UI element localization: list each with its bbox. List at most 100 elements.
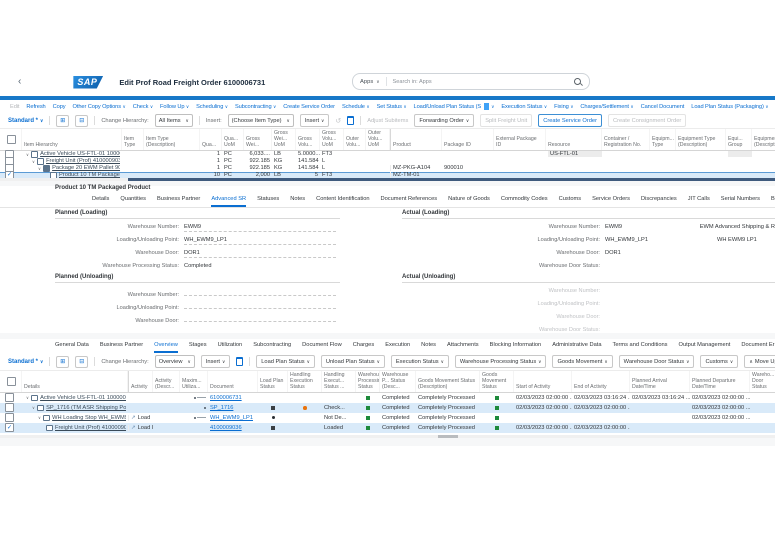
button-move-up[interactable]: ∧Move Up <box>744 355 775 368</box>
shell-search[interactable]: Apps∨ Search in: Apps <box>352 73 590 90</box>
hierarchy-link[interactable]: SP_1716 (TM ASR Shipping Point 1716 / 1 <box>46 405 126 411</box>
menu-item-fixing[interactable]: Fixing∨ <box>554 104 573 110</box>
delete-icon[interactable] <box>236 357 243 366</box>
collapse-all-icon[interactable]: ⊟ <box>75 356 88 368</box>
tab-utilization[interactable]: Utilization <box>218 342 243 353</box>
tab-output-management[interactable]: Output Management <box>679 342 731 353</box>
tab-overview[interactable]: Overview <box>154 342 178 353</box>
change-hierarchy-select[interactable]: Overview∨ <box>155 355 195 368</box>
menu-item-load-unload-plan-status-s[interactable]: Load/Unload Plan Status (S∨ <box>414 103 495 110</box>
menu-item-scheduling[interactable]: Scheduling∨ <box>196 104 228 110</box>
view-selector[interactable]: Standard *∨ <box>8 359 43 365</box>
tab-general-data[interactable]: General Data <box>55 342 89 353</box>
table-row[interactable]: ∨Freight Unit (Prof) 41000090361PC922.18… <box>0 158 775 165</box>
row-checkbox[interactable] <box>5 423 14 432</box>
button-customs[interactable]: Customs∨ <box>700 355 738 368</box>
field-value[interactable]: DOR1 <box>184 250 336 258</box>
tab-customs[interactable]: Customs <box>559 196 581 207</box>
button-warehouse-processing-status[interactable]: Warehouse Processing Status∨ <box>455 355 547 368</box>
expand-toggle-icon[interactable]: ∨ <box>32 159 35 164</box>
button-goods-movement[interactable]: Goods Movement∨ <box>552 355 612 368</box>
back-icon[interactable]: ‹ <box>18 77 21 87</box>
menu-item-create-service-order[interactable]: Create Service Order <box>283 104 335 110</box>
resource-field[interactable]: US-FTL-01 <box>548 151 602 157</box>
tab-blocking-information[interactable]: Blocking Information <box>490 342 542 353</box>
document-link[interactable]: 4100009036 <box>210 425 242 431</box>
expand-toggle-icon[interactable]: ∨ <box>26 395 29 400</box>
button-insert[interactable]: Insert∨ <box>300 114 330 127</box>
menu-item-schedule[interactable]: Schedule∨ <box>342 104 370 110</box>
button-execution-status[interactable]: Execution Status∨ <box>391 355 449 368</box>
table-row[interactable]: ∨Package 20 EWM Pallet 9000101PC922.185K… <box>0 165 775 172</box>
button-forwarding-order[interactable]: Forwarding Order∨ <box>414 114 474 127</box>
tab-commodity-codes[interactable]: Commodity Codes <box>501 196 548 207</box>
hierarchy-link[interactable]: Active Vehicle US-FTL-01 1000000 <box>40 395 126 401</box>
table-row[interactable]: ∨WH Loading Stop WH_EWM9_LP1 / EW↗LoadWH… <box>0 413 775 423</box>
search-input[interactable]: Search in: Apps <box>393 79 432 85</box>
tab-attachments[interactable]: Attachments <box>447 342 479 353</box>
table-row[interactable]: ∨ Active Vehicle US-FTL-01 1000000 6100006… <box>0 393 775 403</box>
tab-terms-and-conditions[interactable]: Terms and Conditions <box>613 342 668 353</box>
menu-item-cancel-document[interactable]: Cancel Document <box>641 104 685 110</box>
menu-item-other-copy-options[interactable]: Other Copy Options∨ <box>73 104 126 110</box>
button-unload-plan-status[interactable]: Unload Plan Status∨ <box>321 355 385 368</box>
tab-notes[interactable]: Notes <box>290 196 305 207</box>
equipment-group-field[interactable] <box>728 151 752 157</box>
table-row[interactable]: ∨Active Vehicle US-FTL-01 10000001PC6,03… <box>0 151 775 158</box>
tab-quantities[interactable]: Quantities <box>120 196 146 207</box>
expand-toggle-icon[interactable]: ∨ <box>26 152 29 157</box>
expand-all-icon[interactable]: ⊞ <box>56 115 69 127</box>
view-selector[interactable]: Standard *∨ <box>8 118 43 124</box>
expand-toggle-icon[interactable]: ∨ <box>32 405 35 410</box>
tab-administrative-data[interactable]: Administrative Data <box>552 342 601 353</box>
tab-execution[interactable]: Execution <box>385 342 410 353</box>
field-value[interactable] <box>184 301 336 309</box>
expand-toggle-icon[interactable]: ∨ <box>38 166 41 171</box>
tab-discrepancies[interactable]: Discrepancies <box>641 196 677 207</box>
change-hierarchy-select[interactable]: All Items∨ <box>155 114 193 127</box>
tab-jit-calls[interactable]: JIT Calls <box>688 196 710 207</box>
tab-notes[interactable]: Notes <box>421 342 436 353</box>
delete-icon[interactable] <box>347 116 354 125</box>
tab-content-identification[interactable]: Content Identification <box>316 196 369 207</box>
tab-document-errors[interactable]: Document Errors <box>741 342 775 353</box>
tab-document-flow[interactable]: Document Flow <box>302 342 342 353</box>
tab-stages[interactable]: Stages <box>189 342 207 353</box>
insert-type-select[interactable]: (Choose Item Type)∨ <box>228 114 294 127</box>
tab-advanced-sr[interactable]: Advanced SR <box>211 196 246 207</box>
menu-item-check[interactable]: Check∨ <box>133 104 153 110</box>
tab-serial-numbers[interactable]: Serial Numbers <box>721 196 760 207</box>
table-row[interactable]: Freight Unit (Prof) 4100009036↗Load I...… <box>0 423 775 433</box>
button-load-plan-status[interactable]: Load Plan Status∨ <box>256 355 315 368</box>
field-value[interactable] <box>184 288 336 296</box>
menu-item-subcontracting[interactable]: Subcontracting∨ <box>235 104 276 110</box>
tab-batches[interactable]: Batches <box>771 196 775 207</box>
menu-item-charges-settlement[interactable]: Charges/Settlement∨ <box>580 104 633 110</box>
menu-item-execution-status[interactable]: Execution Status∨ <box>501 104 547 110</box>
menu-item-copy[interactable]: Copy <box>53 104 66 110</box>
button-insert[interactable]: Insert∨ <box>201 355 231 368</box>
tab-business-partner[interactable]: Business Partner <box>157 196 200 207</box>
hierarchy-link[interactable]: Package 20 EWM Pallet 900010 <box>52 165 120 171</box>
tab-charges[interactable]: Charges <box>353 342 375 353</box>
apps-scope-select[interactable]: Apps∨ <box>360 79 380 85</box>
expand-toggle-icon[interactable]: ∨ <box>38 415 41 420</box>
collapse-all-icon[interactable]: ⊟ <box>75 115 88 127</box>
menu-item-set-status[interactable]: Set Status∨ <box>377 104 407 110</box>
tab-subcontracting[interactable]: Subcontracting <box>253 342 291 353</box>
select-all-checkbox[interactable] <box>7 377 16 386</box>
tab-statuses[interactable]: Statuses <box>257 196 279 207</box>
button-warehouse-door-status[interactable]: Warehouse Door Status∨ <box>619 355 695 368</box>
menu-item-load-plan-status-packaging-[interactable]: Load Plan Status (Packaging)∨ <box>691 104 768 110</box>
menu-item-follow-up[interactable]: Follow Up∨ <box>160 104 189 110</box>
menu-item-refresh[interactable]: Refresh <box>26 104 45 110</box>
document-link[interactable]: 6100006731 <box>210 395 242 401</box>
hierarchy-link[interactable]: Active Vehicle US-FTL-01 1000000 <box>40 151 120 157</box>
field-value[interactable] <box>184 314 336 322</box>
tab-document-references[interactable]: Document References <box>381 196 438 207</box>
table-row[interactable]: ∨ SP_1716 (TM ASR Shipping Point 1716 / 1… <box>0 403 775 413</box>
hierarchy-link[interactable]: WH Loading Stop WH_EWM9_LP1 / EW <box>52 415 126 421</box>
row-checkbox[interactable] <box>5 393 14 402</box>
tab-business-partner[interactable]: Business Partner <box>100 342 143 353</box>
select-all-checkbox[interactable] <box>7 135 16 144</box>
